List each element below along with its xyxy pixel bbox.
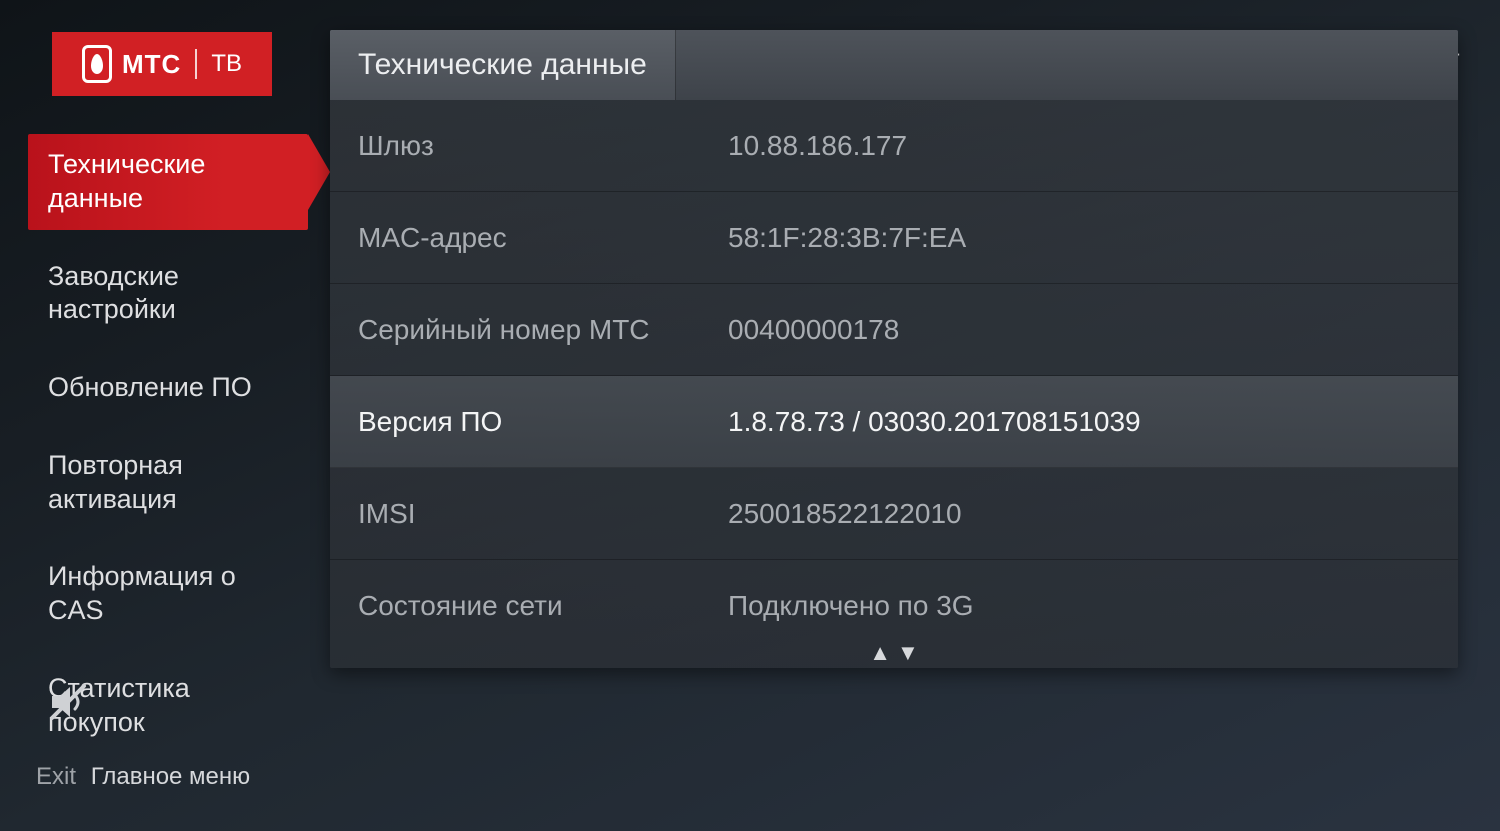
technical-data-panel: Технические данные Шлюз 10.88.186.177 MA… [330, 30, 1458, 668]
row-software-version[interactable]: Версия ПО 1.8.78.73 / 03030.201708151039 [330, 376, 1458, 468]
row-label: MAC-адрес [358, 222, 728, 254]
brand-separator [195, 49, 197, 79]
row-mac-address[interactable]: MAC-адрес 58:1F:28:3B:7F:EA [330, 192, 1458, 284]
sidebar-item-factory-settings[interactable]: Заводские настройки [28, 246, 308, 342]
row-value: 250018522122010 [728, 498, 962, 530]
footer-key: Exit [36, 763, 76, 790]
row-network-status[interactable]: Состояние сети Подключено по 3G [330, 560, 1458, 652]
sidebar-item-reactivation[interactable]: Повторная активация [28, 435, 308, 531]
sidebar-item-label: Повторная активация [48, 450, 183, 514]
footer-hint: Exit Главное меню [36, 763, 250, 791]
sidebar-item-label: Обновление ПО [48, 372, 252, 402]
brand-sub: ТВ [211, 50, 242, 78]
sidebar-item-label: Заводские настройки [48, 261, 179, 325]
row-label: Состояние сети [358, 590, 728, 622]
panel-header: Технические данные [330, 30, 1458, 100]
row-value: 58:1F:28:3B:7F:EA [728, 222, 966, 254]
mute-icon[interactable] [46, 680, 90, 724]
row-gateway[interactable]: Шлюз 10.88.186.177 [330, 100, 1458, 192]
row-imsi[interactable]: IMSI 250018522122010 [330, 468, 1458, 560]
row-label: Версия ПО [358, 406, 728, 438]
sidebar-item-cas-info[interactable]: Информация о CAS [28, 546, 308, 642]
footer-label: Главное меню [91, 763, 250, 790]
brand-logo: МТС ТВ [52, 32, 272, 96]
row-label: Шлюз [358, 130, 728, 162]
row-label: Серийный номер МТС [358, 314, 728, 346]
sidebar-item-technical-data[interactable]: Технические данные [28, 134, 308, 230]
data-rows: Шлюз 10.88.186.177 MAC-адрес 58:1F:28:3B… [330, 100, 1458, 652]
brand-name: МТС [122, 49, 181, 80]
sidebar-item-label: Информация о CAS [48, 561, 236, 625]
sidebar: Технические данные Заводские настройки О… [28, 134, 308, 769]
row-value: 1.8.78.73 / 03030.201708151039 [728, 406, 1141, 438]
row-value: Подключено по 3G [728, 590, 974, 622]
row-label: IMSI [358, 498, 728, 530]
row-value: 10.88.186.177 [728, 130, 907, 162]
panel-title: Технические данные [330, 30, 676, 100]
egg-icon [82, 45, 112, 83]
sidebar-item-label: Технические данные [48, 149, 205, 213]
sidebar-item-software-update[interactable]: Обновление ПО [28, 357, 308, 419]
row-serial-number[interactable]: Серийный номер МТС 00400000178 [330, 284, 1458, 376]
row-value: 00400000178 [728, 314, 899, 346]
